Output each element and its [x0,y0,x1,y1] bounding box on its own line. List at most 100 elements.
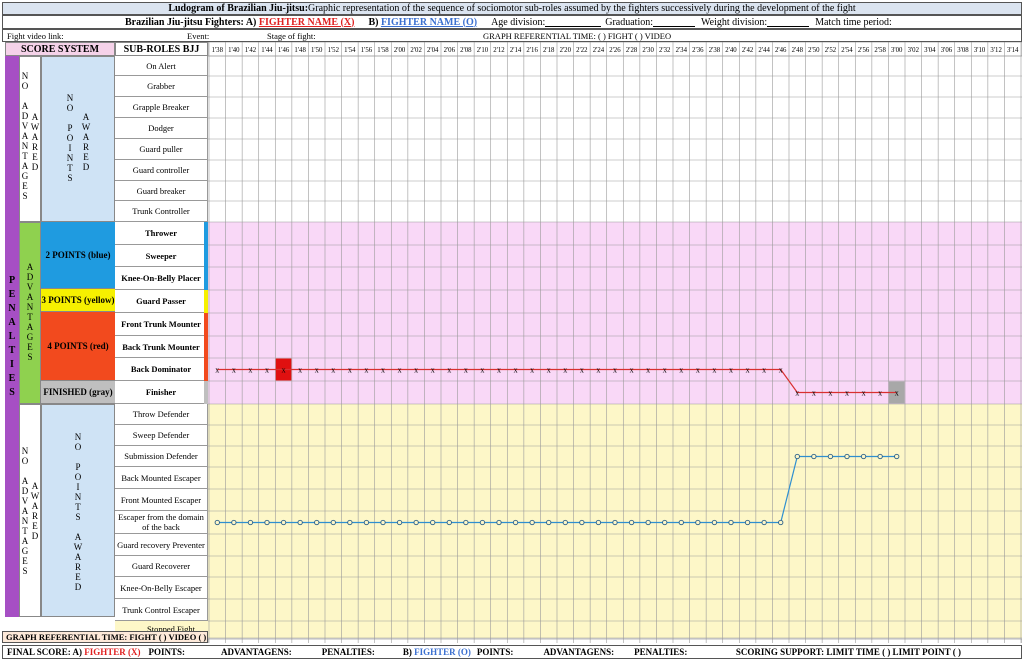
penalties-label-a: PENALTIES: [321,647,375,657]
vertical-letter: E [32,521,38,531]
x-marker: x [414,366,418,375]
o-marker [744,519,751,526]
vertical-letter: E [22,556,28,566]
time-label-top: 2'40 [725,47,737,54]
x-marker: x [348,366,352,375]
time-label-top: 2'14 [510,47,522,54]
time-label-top: 2'58 [874,47,886,54]
two-points-label: 2 POINTS (blue) [45,250,111,260]
vertical-letter: D [26,272,34,282]
sub-role-knee-on-belly-escaper: Knee-On-Belly Escaper [115,577,208,599]
penalties-column: PENALTIES [5,56,19,617]
o-marker [778,519,784,526]
vertical-letter: A [31,501,39,511]
vertical-letter: A [8,316,16,328]
vertical-letter: E [83,152,89,162]
vertical-letter: R [82,142,89,152]
stage-label: Stage of fight: [267,30,316,41]
time-label-top: 2'18 [543,47,555,54]
vertical-letter: A [26,322,34,332]
vertical-letter: T [22,526,28,536]
o-marker [496,519,502,526]
vertical-letter: S [22,191,28,201]
footer-graph-ref: GRAPH REFERENTIAL TIME: FIGHT ( ) VIDEO … [6,632,207,642]
x-marker: x [364,366,368,375]
vertical-letter: T [22,151,28,161]
sub-role-front-mounted-escaper: Front Mounted Escaper [115,489,208,511]
time-label-top: 2'32 [659,47,671,54]
sub-role-label: Guard breaker [136,185,186,196]
time-label-top: 1'44 [261,47,273,54]
x-marker: x [563,366,567,375]
time-label-top: 1'54 [344,47,356,54]
sub-role-dodger: Dodger [115,118,208,139]
vertical-letter: O [21,456,29,466]
time-label-top: 3'10 [974,47,986,54]
o-marker [794,453,800,460]
x-marker: x [480,366,484,375]
no-advantages-text-2: NO ADVANTAGES [20,421,30,601]
vertical-letter: E [8,288,16,300]
sub-roles-column: On Alert Grabber Grapple Breaker Dodger Guar… [115,56,1022,638]
vertical-letter: A [21,101,29,111]
o-marker [314,519,320,526]
final-score-row: FINAL SCORE: A) FIGHTER (X) POINTS: ADVA… [2,645,1022,659]
vertical-letter: P [67,123,73,133]
x-marker: x [895,389,899,398]
o-marker [430,519,436,526]
vertical-letter: E [32,152,38,162]
sub-role-label: Guard recovery Preventer [117,539,205,550]
age-division: Age division: [491,16,546,28]
sub-role-label: Sweeper [145,250,177,261]
time-label-top: 3'00 [891,47,903,54]
x-marker: x [464,366,468,375]
o-marker [396,519,403,526]
vertical-letter: D [31,531,39,541]
sub-role-label: Thrower [145,228,177,238]
info-row: Fight video link: Event: Stage of fight:… [2,29,1022,42]
time-label-top: 2'42 [742,47,754,54]
time-label-top: 3'04 [924,47,936,54]
vertical-letter: R [31,142,38,152]
o-marker [827,453,834,460]
o-marker [446,519,452,526]
sub-role-guard-recovery-preventer: Guard recovery Preventer [115,534,208,556]
time-label-top: 2'44 [758,47,770,54]
o-marker [330,519,336,526]
sub-role-guard-passer: Guard Passer [115,290,208,313]
sub-role-trunk-control-escaper: Trunk Control Escaper [115,599,208,621]
points-label-b: POINTS: [476,647,514,657]
sub-role-back-trunk-mounter: Back Trunk Mounter [115,336,208,358]
no-advantages-bottom: NO ADVANTAGES AWARED [19,404,41,617]
o-marker [628,519,635,526]
x-marker: x [580,366,584,375]
sub-role-label: Escaper from the domain of the back [118,512,204,532]
sub-role-label: Guard puller [139,144,183,154]
sub-role-guard-recoverer: Guard Recoverer [115,556,208,577]
vertical-letter: R [31,511,38,521]
x-marker: x [215,366,219,375]
vertical-letter: S [67,173,73,183]
o-marker [247,519,254,526]
o-marker [662,519,668,526]
three-points-label: 3 POINTS (yellow) [41,295,115,305]
vertical-letter: A [31,112,39,122]
vertical-letter: D [21,486,29,496]
vertical-letter: O [66,103,74,113]
x-marker: x [596,366,600,375]
x-marker: x [248,366,252,375]
vertical-letter: A [31,132,39,142]
vertical-letter: A [21,131,29,141]
vertical-letter: W [73,541,83,552]
vertical-letter: O [21,81,29,91]
time-label-top: 2'26 [609,47,621,54]
match-time-period: Match time period: [815,16,892,28]
vertical-letter: N [66,153,74,163]
fighter-a-name: FIGHTER NAME (X) [258,16,355,28]
vertical-letter [77,522,79,532]
time-label-top: 1'48 [294,47,306,54]
time-label-top: 2'02 [410,47,422,54]
vertical-letter: N [21,141,29,151]
vertical-letter: E [22,181,28,191]
x-marker: x [845,389,849,398]
